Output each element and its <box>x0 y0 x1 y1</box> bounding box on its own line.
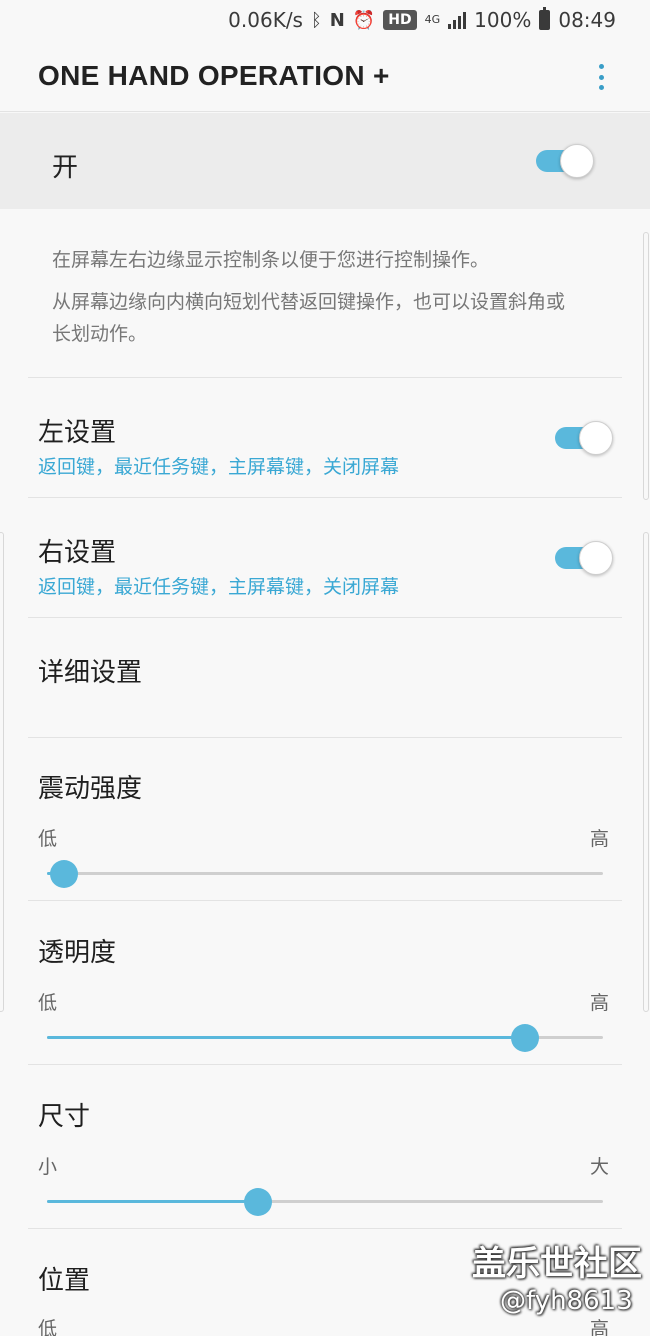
detail-settings-item[interactable]: 详细设置 <box>38 652 142 689</box>
scroll-indicator-left <box>0 532 4 1012</box>
position-title: 位置 <box>38 1266 91 1296</box>
size-title: 尺寸 <box>38 1102 91 1132</box>
size-max-label: 大 <box>590 1156 610 1178</box>
description-line-2: 从屏幕边缘向内横向短划代替返回键操作，也可以设置斜角或长划动作。 <box>52 291 566 345</box>
net-speed: 0.06K/s <box>228 8 303 32</box>
feature-description: 在屏幕左右边缘显示控制条以便于您进行控制操作。 从屏幕边缘向内横向短划代替返回键… <box>52 244 572 350</box>
vibration-slider-thumb[interactable] <box>50 860 78 888</box>
size-slider[interactable] <box>47 1188 603 1216</box>
page-title: ONE HAND OPERATION + <box>38 60 390 91</box>
alarm-icon: ⏰ <box>352 9 376 31</box>
master-switch-row[interactable]: 开 <box>0 113 650 209</box>
transparency-min-label: 低 <box>38 992 58 1014</box>
clock: 08:49 <box>558 8 616 32</box>
battery-icon <box>539 7 551 30</box>
position-max-label: 高 <box>590 1318 610 1336</box>
divider <box>28 900 622 901</box>
right-settings-title: 右设置 <box>38 538 117 568</box>
vibration-title: 震动强度 <box>38 774 143 804</box>
battery-percent: 100% <box>474 8 532 32</box>
app-bar: ONE HAND OPERATION + <box>0 40 650 112</box>
scroll-indicator-right <box>643 232 649 500</box>
master-toggle[interactable] <box>536 144 596 178</box>
size-slider-thumb[interactable] <box>244 1188 272 1216</box>
watermark-handle: @fyh8613 <box>500 1286 633 1316</box>
status-bar: 0.06K/s ᛒ N ⏰ HD 4G 100% 08:49 <box>0 0 650 40</box>
size-min-label: 小 <box>38 1156 58 1178</box>
network-type-icon: 4G <box>424 13 441 26</box>
transparency-slider[interactable] <box>47 1024 603 1052</box>
signal-icon <box>448 11 467 29</box>
description-line-1: 在屏幕左右边缘显示控制条以便于您进行控制操作。 <box>52 249 490 271</box>
hd-badge: HD <box>383 10 417 30</box>
vibration-min-label: 低 <box>38 828 58 850</box>
position-min-label: 低 <box>38 1318 58 1336</box>
left-settings-summary: 返回键，最近任务键，主屏幕键，关闭屏幕 <box>38 456 400 478</box>
vibration-slider[interactable] <box>47 860 603 888</box>
divider <box>28 737 622 738</box>
more-options-icon[interactable] <box>590 62 612 92</box>
divider <box>28 497 622 498</box>
divider <box>28 1064 622 1065</box>
divider <box>28 1228 622 1229</box>
divider <box>28 377 622 378</box>
master-switch-label: 开 <box>52 153 79 183</box>
transparency-max-label: 高 <box>590 992 610 1014</box>
right-settings-summary: 返回键，最近任务键，主屏幕键，关闭屏幕 <box>38 576 400 598</box>
divider <box>28 617 622 618</box>
left-settings-title: 左设置 <box>38 418 117 448</box>
scroll-indicator-right-lower <box>643 532 649 1012</box>
left-settings-toggle[interactable] <box>555 421 615 455</box>
transparency-title: 透明度 <box>38 938 117 968</box>
watermark-brand: 盖乐世社区 <box>472 1244 642 1284</box>
nfc-icon: N <box>329 9 345 31</box>
right-settings-toggle[interactable] <box>555 541 615 575</box>
transparency-slider-thumb[interactable] <box>511 1024 539 1052</box>
bluetooth-icon: ᛒ <box>310 9 322 31</box>
vibration-max-label: 高 <box>590 828 610 850</box>
